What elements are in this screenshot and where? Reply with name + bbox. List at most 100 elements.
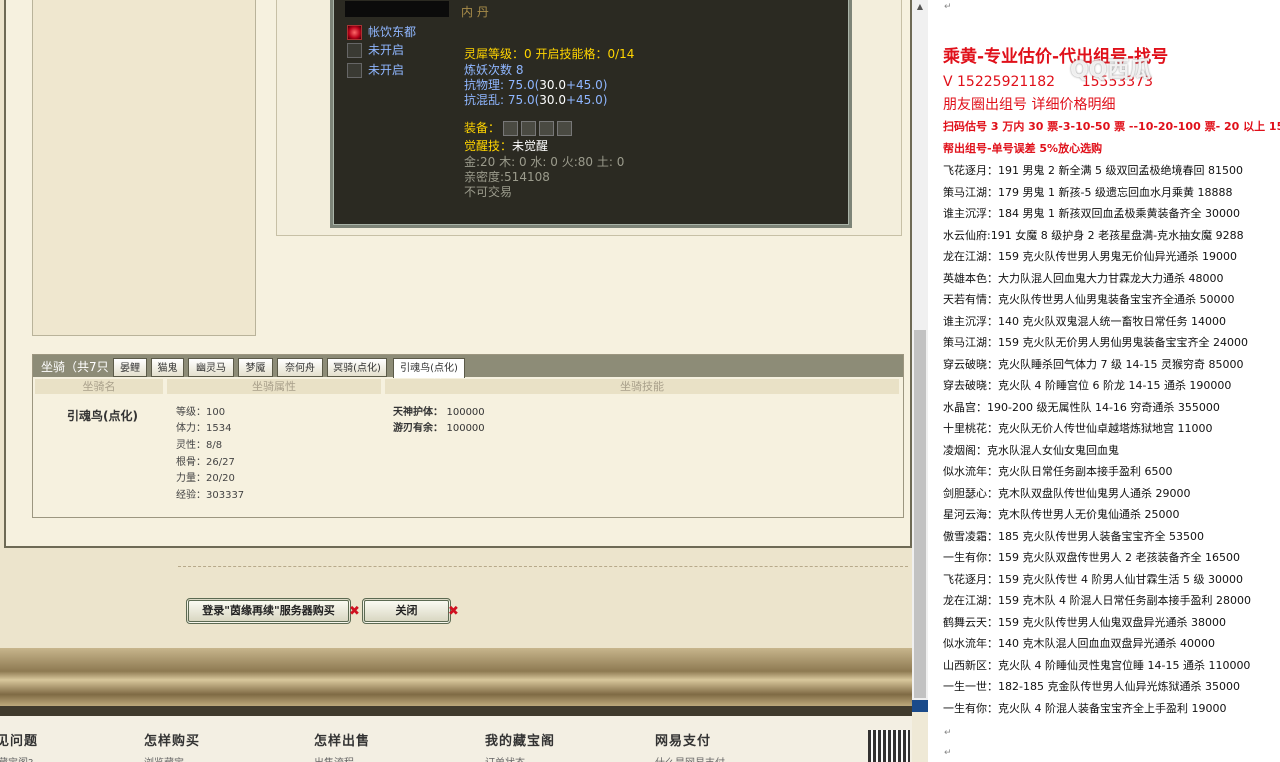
- inner-dan-row[interactable]: 帐饮东都: [347, 25, 416, 40]
- mount-attr-hp: 体力：1534: [176, 423, 232, 434]
- mount-attr-bone: 根骨：26/27: [176, 457, 235, 468]
- equip-slot-icon: [557, 121, 573, 136]
- taskbar-edge: [912, 700, 928, 712]
- mount-attr-strength: 力量：20/20: [176, 473, 235, 484]
- mount-skill: 游刃有余： 100000: [393, 423, 485, 434]
- qr-code-icon: [868, 730, 910, 762]
- tab-mount-3[interactable]: 幽灵马: [188, 358, 234, 377]
- col-mount-name: 坐骑名: [35, 379, 163, 394]
- site-footer: 见问题 怎样购买 怎样出售 我的藏宝阁 网易支付 藏宝阁? 浏览藏宝 出售流程 …: [0, 716, 912, 762]
- mount-skill: 天神护体： 100000: [393, 407, 485, 418]
- listing-item: 一生有你：159 克火队双盘传世男人 2 老孩装备齐全 16500: [943, 551, 1240, 564]
- divider: [178, 566, 908, 567]
- item-type-label: 内 丹: [461, 5, 489, 19]
- doc-help-line: 帮出组号-单号误差 5%放心选购: [943, 142, 1103, 155]
- doc-price-line: 扫码估号 3 万内 30 票-3-10-50 票 --10-20-100 票- …: [943, 120, 1280, 133]
- equip-slot-icon: [539, 121, 555, 136]
- footer-link[interactable]: 浏览藏宝: [144, 754, 184, 762]
- listing-item: 龙在江湖：159 克火队传世男人男鬼无价仙异光通杀 19000: [943, 250, 1237, 263]
- col-mount-attr: 坐骑属性: [167, 379, 381, 394]
- listing-item: 策马江湖：179 男鬼 1 新孩-5 级遗忘回血水月乘黄 18888: [943, 185, 1233, 199]
- decorative-strip: [0, 706, 912, 716]
- equip-slot-icon: [503, 121, 519, 136]
- listing-item: 鹤舞云天：159 克火队传世男人仙鬼双盘异光通杀 38000: [943, 615, 1226, 629]
- footer-link[interactable]: 什么是网易支付: [655, 754, 725, 762]
- resist-physical: 抗物理: 75.0(30.0+45.0): [464, 78, 608, 92]
- listing-item: 水晶宫：190-200 级无属性队 14-16 穷奇通杀 355000: [943, 400, 1220, 414]
- intimacy: 亲密度:514108: [464, 170, 550, 184]
- inner-dan-row[interactable]: 未开启: [347, 43, 404, 58]
- empty-slot-icon: [347, 63, 362, 78]
- paragraph-mark: ↵: [944, 728, 952, 738]
- lingxi-level: 灵犀等级：0 开启技能格：0/14: [464, 47, 635, 61]
- tab-mount-5[interactable]: 奈何舟: [277, 358, 323, 377]
- item-icon-slot: [345, 1, 449, 17]
- tab-mount-7[interactable]: 引魂鸟(点化): [393, 358, 465, 378]
- inner-dan-row[interactable]: 未开启: [347, 63, 404, 78]
- listing-item: 策马江湖：159 克火队无价男人男仙男鬼装备宝宝齐全 24000: [943, 336, 1248, 349]
- login-buy-button[interactable]: 登录"茵缘再续"服务器购买: [186, 598, 351, 624]
- listing-item: 似水流年：140 克木队混人回血血双盘异光通杀 40000: [943, 637, 1215, 650]
- mount-name: 引魂鸟(点化): [67, 409, 138, 423]
- mount-count-title: 坐骑（共7只: [41, 360, 109, 374]
- equip-slot-icon: [521, 121, 537, 136]
- footer-heading[interactable]: 我的藏宝阁: [485, 730, 555, 749]
- paragraph-mark: ↵: [944, 748, 952, 758]
- footer-heading[interactable]: 网易支付: [655, 730, 711, 749]
- red-gem-icon: [347, 25, 362, 40]
- tab-mount-1[interactable]: 晏鲤: [113, 358, 147, 377]
- five-elements: 金:20 木: 0 水: 0 火:80 土: 0: [464, 155, 625, 169]
- resist-chaos: 抗混乱: 75.0(30.0+45.0): [464, 93, 608, 107]
- footer-link[interactable]: 出售流程: [314, 754, 354, 762]
- listing-item: 穿云破晓：克火队睡杀回气体力 7 级 14-15 灵猴穷奇 85000: [943, 357, 1244, 371]
- listing-item: 飞花逐月：191 男鬼 2 新全满 5 级双回孟极绝境春回 81500: [943, 164, 1243, 177]
- empty-slot-icon: [347, 43, 362, 58]
- listing-item: 谁主沉浮：184 男鬼 1 新孩双回血孟极乘黄装备齐全 30000: [943, 207, 1240, 220]
- tab-mount-2[interactable]: 猫鬼: [151, 358, 184, 377]
- mount-attr-level: 等级：100: [176, 407, 226, 418]
- tab-mount-6[interactable]: 冥骑(点化): [327, 358, 387, 377]
- awake-row: 觉醒技：未觉醒: [464, 139, 549, 153]
- listing-item: 英雄本色：大力队混人回血鬼大力甘霖龙大力通杀 48000: [943, 271, 1224, 285]
- footer-link[interactable]: 藏宝阁?: [0, 754, 33, 762]
- refine-count: 炼妖次数 8: [464, 63, 524, 77]
- footer-link[interactable]: 订单状态: [485, 754, 525, 762]
- scrollbar-thumb[interactable]: [914, 330, 926, 698]
- listing-item: 穿去破晓：克火队 4 阶睡宫位 6 阶龙 14-15 通杀 190000: [943, 379, 1232, 392]
- listing-item: 十里桃花：克火队无价人传世仙卓越塔炼狱地宫 11000: [943, 422, 1213, 435]
- listing-item: 谁主沉浮：140 克火队双鬼混人统一畜牧日常任务 14000: [943, 314, 1226, 328]
- mount-section: 坐骑（共7只 晏鲤 猫鬼 幽灵马 梦魇 奈何舟 冥骑(点化) 引魂鸟(点化) ☝…: [32, 354, 904, 518]
- mount-attr-exp: 经验：303337: [176, 490, 245, 501]
- watermark: QQ西瓜: [1070, 58, 1152, 83]
- decorative-band: [0, 648, 912, 706]
- close-button[interactable]: 关闭: [362, 598, 451, 624]
- listing-item: 龙在江湖：159 克木队 4 阶混人日常任务副本接手盈利 28000: [943, 594, 1251, 607]
- listing-item: 星河云海：克木队传世男人无价鬼仙通杀 25000: [943, 508, 1180, 521]
- doc-moments: 朋友圈出组号 详细价格明细: [943, 97, 1116, 113]
- left-info-panel: [32, 0, 256, 336]
- scroll-up-icon[interactable]: ▲: [914, 2, 926, 12]
- footer-heading[interactable]: 怎样购买: [144, 730, 200, 749]
- game-page: 内 丹 帐饮东都 未开启 未开启 灵犀等级：0 开启技能格：0/14 炼妖次数 …: [0, 0, 912, 762]
- mount-attr-spirit: 灵性：8/8: [176, 440, 223, 451]
- listing-item: 凌烟阁：克水队混人女仙女鬼回血鬼: [943, 443, 1119, 457]
- listing-item: 水云仙府:191 女魔 8 级护身 2 老孩星盘满-克水抽女魔 9288: [943, 228, 1244, 242]
- footer-heading[interactable]: 怎样出售: [314, 730, 370, 749]
- tab-mount-4[interactable]: 梦魇: [238, 358, 273, 377]
- listing-item: 山西新区：克火队 4 阶睡仙灵性鬼宫位睡 14-15 通杀 110000: [943, 658, 1251, 672]
- listing-item: 剑胆瑟心：克木队双盘队传世仙鬼男人通杀 29000: [943, 486, 1191, 500]
- close-x-icon: ✖: [448, 604, 459, 619]
- listing-item: 一生一世：182-185 克金队传世男人仙异光炼狱通杀 35000: [943, 680, 1240, 693]
- listing-item: 傲雪凌霜：185 克火队传世男人装备宝宝齐全 53500: [943, 529, 1204, 543]
- item-tooltip: 内 丹 帐饮东都 未开启 未开启 灵犀等级：0 开启技能格：0/14 炼妖次数 …: [330, 0, 852, 228]
- footer-heading[interactable]: 见问题: [0, 730, 38, 749]
- paragraph-mark: ↵: [944, 2, 952, 12]
- equip-row: 装备：: [464, 121, 573, 136]
- listing-item: 天若有情：克火队传世男人仙男鬼装备宝宝齐全通杀 50000: [943, 293, 1235, 306]
- listing-item: 飞花逐月：159 克火队传世 4 阶男人仙甘霖生活 5 级 30000: [943, 572, 1243, 586]
- listing-item: 似水流年：克火队日常任务副本接手盈利 6500: [943, 465, 1173, 478]
- listing-item: 一生有你：克火队 4 阶混人装备宝宝齐全上手盈利 19000: [943, 701, 1227, 715]
- document-pane: ↵ 乘黄-专业估价-代出组号-找号 V 15225921182 15553373…: [928, 0, 1280, 762]
- close-x-icon: ✖: [349, 604, 360, 619]
- tradable-status: 不可交易: [464, 185, 513, 199]
